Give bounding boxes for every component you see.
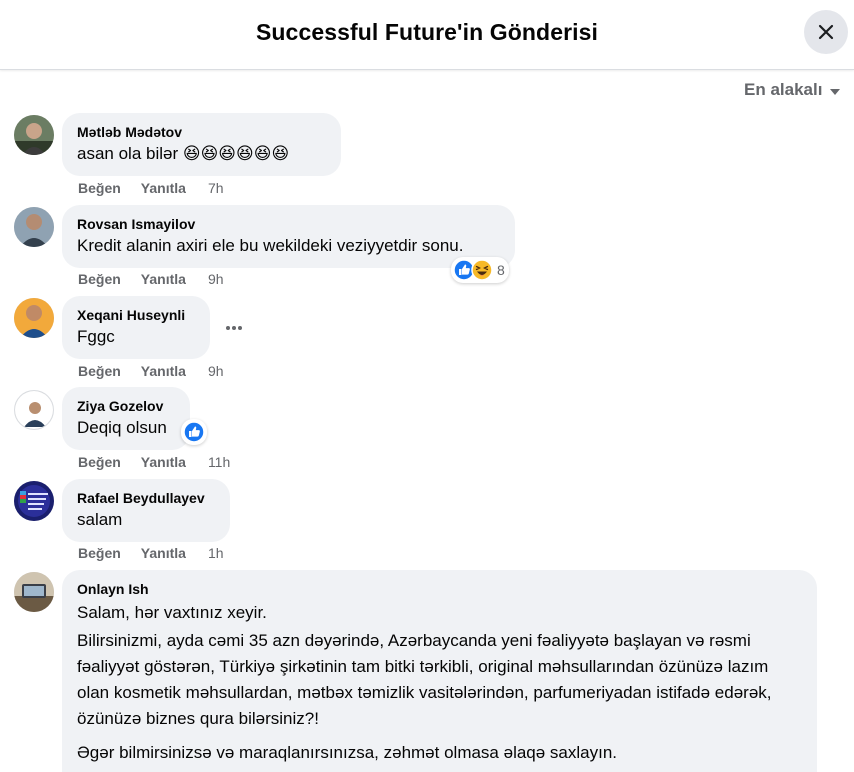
comment-bubble: Xeqani Huseynli Fggc — [62, 296, 210, 359]
sort-label: En alakalı — [744, 80, 823, 99]
comment-author[interactable]: Ziya Gozelov — [77, 397, 175, 415]
comment-time[interactable]: 7h — [208, 180, 224, 196]
like-button[interactable]: Beğen — [78, 363, 121, 379]
like-reaction-icon — [183, 421, 205, 443]
avatar[interactable] — [14, 207, 54, 247]
comment-bubble: Onlayn Ish Salam, hər vaxtınız xeyir. Bi… — [62, 570, 817, 772]
comment-time[interactable]: 9h — [208, 271, 224, 287]
comment-paragraph: Bilirsinizmi, ayda cəmi 35 azn dəyərində… — [77, 631, 772, 728]
reply-button[interactable]: Yanıtla — [141, 271, 186, 287]
dialog-header: Successful Future'in Gönderisi — [0, 0, 854, 70]
reaction-summary[interactable] — [181, 419, 207, 445]
comment-actions: Beğen Yanıtla 9h — [78, 363, 224, 379]
like-button[interactable]: Beğen — [78, 271, 121, 287]
comment-bubble: Ziya Gozelov Deqiq olsun — [62, 387, 190, 450]
comment-text: Deqiq olsun — [77, 418, 167, 437]
comment-text: Kredit alanin axiri ele bu wekildeki vez… — [77, 236, 464, 255]
reply-button[interactable]: Yanıtla — [141, 180, 186, 196]
comment-bubble: Rovsan Ismayilov Kredit alanin axiri ele… — [62, 205, 515, 268]
comment-text: salam — [77, 510, 123, 529]
comment-author[interactable]: Rafael Beydullayev — [77, 489, 215, 507]
comment-time[interactable]: 11h — [208, 454, 230, 470]
comment-text: asan ola bilər 😆😆😆😆😆😆 — [77, 144, 290, 163]
more-horizontal-icon — [226, 326, 242, 330]
comment-sort-dropdown[interactable]: En alakalı — [744, 80, 842, 100]
avatar[interactable] — [14, 298, 54, 338]
comment-author[interactable]: Mətləb Mədətov — [77, 123, 326, 141]
like-button[interactable]: Beğen — [78, 454, 121, 470]
close-icon — [818, 24, 834, 40]
caret-down-icon — [830, 89, 841, 95]
comment-bubble: Mətləb Mədətov asan ola bilər 😆😆😆😆😆😆 — [62, 113, 341, 176]
reaction-summary[interactable]: 8 — [451, 257, 509, 283]
like-button[interactable]: Beğen — [78, 545, 121, 561]
comment-actions: Beğen Yanıtla 9h — [78, 271, 224, 287]
comment-author[interactable]: Xeqani Huseynli — [77, 306, 195, 324]
comment-paragraph: Əgər bilmirsinizsə və maraqlanırsınızsa,… — [77, 743, 618, 762]
reaction-count: 8 — [497, 262, 505, 278]
comment-actions: Beğen Yanıtla 7h — [78, 180, 224, 196]
reply-button[interactable]: Yanıtla — [141, 363, 186, 379]
comment-time[interactable]: 9h — [208, 363, 224, 379]
like-button[interactable]: Beğen — [78, 180, 121, 196]
comment-time[interactable]: 1h — [208, 545, 224, 561]
comment-actions: Beğen Yanıtla 11h — [78, 454, 230, 470]
comment-actions: Beğen Yanıtla 1h — [78, 545, 224, 561]
close-button[interactable] — [804, 10, 848, 54]
avatar[interactable] — [14, 390, 54, 430]
dialog-title: Successful Future'in Gönderisi — [255, 19, 599, 45]
reply-button[interactable]: Yanıtla — [141, 545, 186, 561]
comment-author[interactable]: Onlayn Ish — [77, 580, 802, 598]
avatar[interactable] — [14, 481, 54, 521]
avatar[interactable] — [14, 572, 54, 612]
reply-button[interactable]: Yanıtla — [141, 454, 186, 470]
comment-paragraph: Salam, hər vaxtınız xeyir. — [77, 603, 267, 622]
comment-author[interactable]: Rovsan Ismayilov — [77, 215, 500, 233]
comment-bubble: Rafael Beydullayev salam — [62, 479, 230, 542]
avatar[interactable] — [14, 115, 54, 155]
more-options-button[interactable] — [219, 313, 249, 343]
haha-reaction-icon — [471, 259, 493, 281]
comment-text: Fggc — [77, 327, 115, 346]
